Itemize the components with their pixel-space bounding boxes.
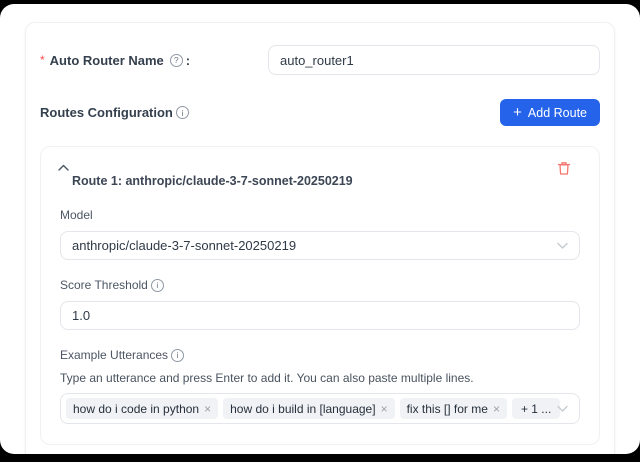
route-1-card: Route 1: anthropic/claude-3-7-sonnet-202…: [40, 146, 600, 445]
routes-configuration-label-text: Routes Configuration: [40, 105, 173, 120]
route-1-body: Model anthropic/claude-3-7-sonnet-202502…: [41, 192, 599, 444]
auto-router-name-label: * Auto Router Name ? :: [40, 53, 190, 68]
utterance-tag-label: how do i code in python: [73, 402, 199, 416]
utterance-tag: how do i build in [language] ×: [223, 398, 394, 419]
add-route-button[interactable]: + Add Route: [500, 99, 600, 126]
model-field: Model anthropic/claude-3-7-sonnet-202502…: [60, 206, 580, 260]
plus-icon: +: [513, 105, 522, 120]
score-threshold-field: Score Threshold i: [60, 276, 580, 330]
auto-router-name-input[interactable]: [268, 45, 600, 75]
score-threshold-label: Score Threshold i: [60, 278, 164, 292]
model-select[interactable]: anthropic/claude-3-7-sonnet-20250219: [60, 231, 580, 260]
delete-route-1-button[interactable]: [555, 159, 573, 178]
label-colon: :: [186, 53, 190, 68]
example-utterances-label-text: Example Utterances: [60, 348, 168, 362]
remove-tag-icon[interactable]: ×: [204, 403, 211, 415]
utterance-tag: fix this [] for me ×: [400, 398, 507, 419]
example-utterances-label: Example Utterances i: [60, 348, 184, 362]
question-circle-icon[interactable]: ?: [170, 54, 183, 67]
utterances-helper-text: Type an utterance and press Enter to add…: [60, 371, 580, 385]
routes-config-row: Routes Configuration i + Add Route: [40, 99, 600, 126]
utterances-tags-select[interactable]: how do i code in python × how do i build…: [60, 393, 580, 424]
required-marker: *: [40, 53, 45, 67]
trash-icon: [557, 161, 571, 176]
app-window: * Auto Router Name ? : Routes Configurat…: [0, 4, 640, 454]
utterance-tag-label: fix this [] for me: [407, 402, 488, 416]
route-1-title: Route 1: anthropic/claude-3-7-sonnet-202…: [72, 174, 583, 188]
overflow-tag[interactable]: + 1 ...: [512, 398, 560, 419]
info-circle-icon[interactable]: i: [176, 106, 189, 119]
score-threshold-label-text: Score Threshold: [60, 278, 148, 292]
collapse-chevron-icon[interactable]: [58, 164, 69, 171]
chevron-down-icon: [557, 405, 568, 412]
example-utterances-field: Example Utterances i Type an utterance a…: [60, 346, 580, 424]
remove-tag-icon[interactable]: ×: [493, 403, 500, 415]
auto-router-name-label-text: Auto Router Name: [50, 53, 164, 68]
utterance-tag: how do i code in python ×: [66, 398, 218, 419]
chevron-down-icon: [557, 242, 568, 249]
route-1-header[interactable]: Route 1: anthropic/claude-3-7-sonnet-202…: [41, 147, 599, 192]
utterance-tag-label: how do i build in [language]: [230, 402, 375, 416]
model-select-value: anthropic/claude-3-7-sonnet-20250219: [72, 238, 296, 253]
info-circle-icon[interactable]: i: [151, 279, 164, 292]
score-threshold-input[interactable]: [60, 301, 580, 330]
name-row: * Auto Router Name ? :: [40, 45, 600, 75]
info-circle-icon[interactable]: i: [171, 349, 184, 362]
auto-router-form-card: * Auto Router Name ? : Routes Configurat…: [25, 22, 615, 454]
remove-tag-icon[interactable]: ×: [381, 403, 388, 415]
add-route-button-label: Add Route: [528, 106, 587, 120]
model-label: Model: [60, 208, 93, 222]
routes-configuration-label: Routes Configuration i: [40, 105, 189, 120]
